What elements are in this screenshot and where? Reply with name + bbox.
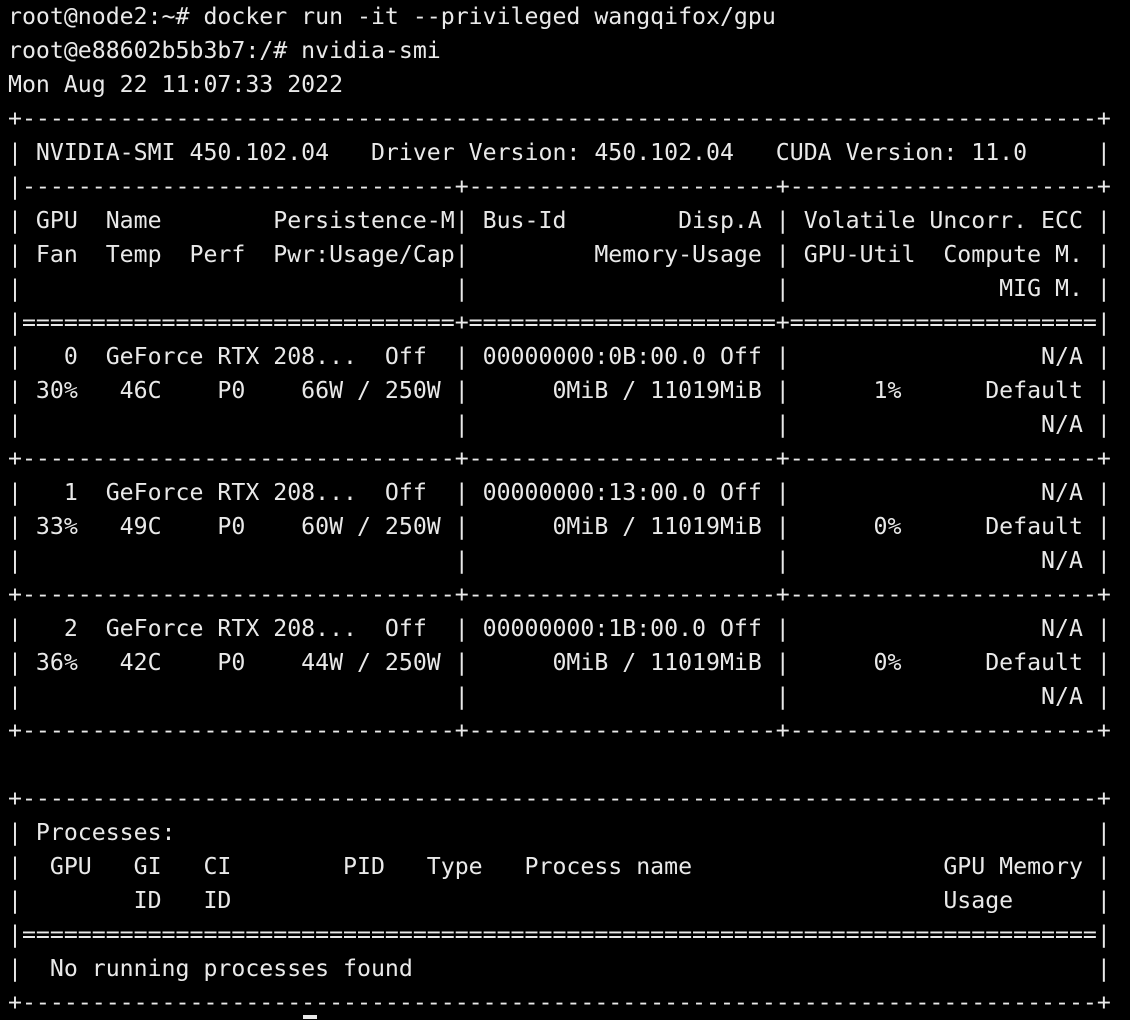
processes-title-row: | Processes: |: [8, 819, 1111, 846]
gpu-0-row-3: | | | N/A |: [8, 411, 1111, 438]
processes-header-row-1: | GPU GI CI PID Type Process name GPU Me…: [8, 853, 1111, 880]
gpu-0-divider: +-------------------------------+-------…: [8, 445, 1111, 472]
gpu-0-row-1: | 0 GeForce RTX 208... Off | 00000000:0B…: [8, 343, 1111, 370]
gpu-0-row-2: | 30% 46C P0 66W / 250W | 0MiB / 11019Mi…: [8, 377, 1111, 404]
gpu-1-row-2: | 33% 49C P0 60W / 250W | 0MiB / 11019Mi…: [8, 513, 1111, 540]
command-line-docker-run: root@node2:~# docker run -it --privilege…: [8, 3, 776, 30]
gpu-table-border-bottom: +-------------------------------+-------…: [8, 717, 1111, 744]
gpu-1-row-1: | 1 GeForce RTX 208... Off | 00000000:13…: [8, 479, 1111, 506]
gpu-2-row-3: | | | N/A |: [8, 683, 1111, 710]
terminal-cursor: [303, 1015, 317, 1019]
gpu-2-row-1: | 2 GeForce RTX 208... Off | 00000000:1B…: [8, 615, 1111, 642]
gpu-1-row-3: | | | N/A |: [8, 547, 1111, 574]
processes-border-bottom: +---------------------------------------…: [8, 989, 1111, 1016]
timestamp-line: Mon Aug 22 11:07:33 2022: [8, 71, 344, 98]
processes-header-row-2: | ID ID Usage |: [8, 887, 1111, 914]
table-border-top: +---------------------------------------…: [8, 105, 1111, 132]
smi-version-row: | NVIDIA-SMI 450.102.04 Driver Version: …: [8, 139, 1111, 166]
gpu-2-row-2: | 36% 42C P0 44W / 250W | 0MiB / 11019Mi…: [8, 649, 1111, 676]
table-header-divider: |-------------------------------+-------…: [8, 173, 1111, 200]
terminal-window[interactable]: root@node2:~# docker run -it --privilege…: [8, 0, 1128, 1020]
table-double-divider: |===============================+=======…: [8, 309, 1111, 336]
table-header-row-1: | GPU Name Persistence-M| Bus-Id Disp.A …: [8, 207, 1111, 234]
processes-empty-row: | No running processes found |: [8, 955, 1111, 982]
processes-double-divider: |=======================================…: [8, 921, 1111, 948]
gpu-1-divider: +-------------------------------+-------…: [8, 581, 1111, 608]
table-header-row-2: | Fan Temp Perf Pwr:Usage/Cap| Memory-Us…: [8, 241, 1111, 268]
processes-border-top: +---------------------------------------…: [8, 785, 1111, 812]
table-header-row-3: | | | MIG M. |: [8, 275, 1111, 302]
command-line-nvidia-smi: root@e88602b5b3b7:/# nvidia-smi: [8, 37, 441, 64]
